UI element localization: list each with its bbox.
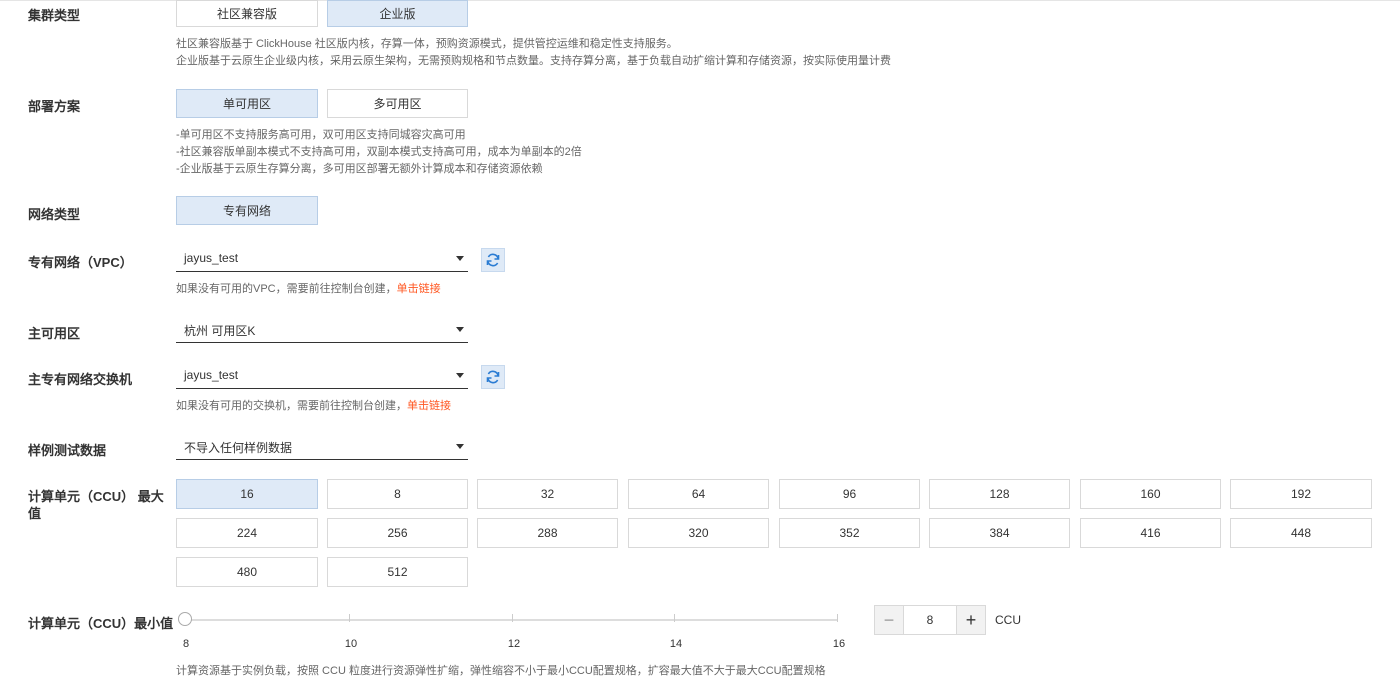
ccu-max-label: 计算单元（CCU） 最大 值 — [28, 488, 173, 522]
ccu-max-option[interactable]: 416 — [1080, 518, 1221, 548]
sample-data-select[interactable]: 不导入任何样例数据 — [176, 434, 468, 460]
ccu-max-option[interactable]: 16 — [176, 479, 318, 509]
ccu-max-option[interactable]: 64 — [628, 479, 769, 509]
ccu-max-label-line1: 计算单元（CCU） 最大 — [28, 489, 164, 504]
caret-down-icon — [456, 444, 464, 449]
slider-tick — [837, 614, 838, 622]
cluster-type-enterprise-option[interactable]: 企业版 — [327, 0, 468, 27]
ccu-min-increment-button[interactable]: + — [957, 606, 985, 634]
cluster-type-help-1: 社区兼容版基于 ClickHouse 社区版内核，存算一体，预购资源模式，提供管… — [176, 38, 678, 50]
ccu-min-label: 计算单元（CCU）最小值 — [28, 616, 174, 631]
vswitch-help-text: 如果没有可用的交换机，需要前往控制台创建， — [176, 400, 407, 412]
deployment-help-2: -社区兼容版单副本模式不支持高可用，双副本模式支持高可用，成本为单副本的2倍 — [176, 146, 582, 158]
refresh-icon — [486, 370, 500, 384]
caret-down-icon — [456, 373, 464, 378]
network-type-vpc-option[interactable]: 专有网络 — [176, 196, 318, 225]
ccu-min-stepper: − 8 + — [874, 605, 986, 635]
ccu-max-option[interactable]: 448 — [1230, 518, 1372, 548]
vpc-help: 如果没有可用的VPC，需要前往控制台创建，单击链接 — [176, 281, 441, 298]
vpc-label: 专有网络（VPC） — [28, 255, 133, 270]
ccu-unit-label: CCU — [995, 613, 1021, 627]
ccu-max-option[interactable]: 480 — [176, 557, 318, 587]
sample-data-label: 样例测试数据 — [28, 443, 107, 458]
vpc-help-text: 如果没有可用的VPC，需要前往控制台创建， — [176, 283, 397, 295]
slider-tick — [512, 614, 513, 622]
ccu-max-option[interactable]: 288 — [477, 518, 618, 548]
slider-tick — [349, 614, 350, 622]
ccu-max-option[interactable]: 320 — [628, 518, 769, 548]
ccu-max-option[interactable]: 128 — [929, 479, 1070, 509]
ccu-max-option[interactable]: 8 — [327, 479, 468, 509]
slider-tick-label: 10 — [344, 638, 358, 650]
ccu-max-option[interactable]: 384 — [929, 518, 1070, 548]
deployment-label: 部署方案 — [28, 99, 81, 114]
deployment-multi-zone-option[interactable]: 多可用区 — [327, 89, 468, 118]
caret-down-icon — [456, 327, 464, 332]
network-type-label: 网络类型 — [28, 207, 81, 222]
deployment-help-1: -单可用区不支持服务高可用，双可用区支持同城容灾高可用 — [176, 129, 466, 141]
sample-data-select-value: 不导入任何样例数据 — [184, 441, 293, 455]
vswitch-select-value: jayus_test — [184, 368, 239, 382]
ccu-max-option[interactable]: 192 — [1230, 479, 1372, 509]
ccu-max-option[interactable]: 96 — [779, 479, 920, 509]
ccu-max-option[interactable]: 352 — [779, 518, 920, 548]
slider-tick-label: 16 — [832, 638, 846, 650]
cluster-type-help-2: 企业版基于云原生企业级内核，采用云原生架构，无需预购规格和节点数量。支持存算分离… — [176, 55, 891, 67]
deployment-help-3: -企业版基于云原生存算分离，多可用区部署无额外计算成本和存储资源依赖 — [176, 163, 543, 175]
zone-select-value: 杭州 可用区K — [184, 324, 256, 338]
cluster-type-label: 集群类型 — [28, 8, 81, 23]
slider-tick-label: 12 — [507, 638, 521, 650]
vpc-select-value: jayus_test — [184, 251, 239, 265]
slider-tick — [674, 614, 675, 622]
slider-tick-label: 14 — [669, 638, 683, 650]
ccu-min-decrement-button[interactable]: − — [875, 606, 903, 634]
vswitch-label: 主专有网络交换机 — [28, 372, 133, 387]
vpc-refresh-button[interactable] — [481, 248, 505, 272]
refresh-icon — [486, 253, 500, 267]
vswitch-create-link[interactable]: 单击链接 — [407, 400, 451, 412]
ccu-max-option[interactable]: 160 — [1080, 479, 1221, 509]
ccu-min-help: 计算资源基于实例负载，按照 CCU 粒度进行资源弹性扩缩，弹性缩容不小于最小CC… — [176, 665, 826, 677]
slider-tick-label: 8 — [182, 638, 190, 650]
ccu-max-option[interactable]: 32 — [477, 479, 618, 509]
ccu-min-slider-handle[interactable] — [178, 612, 192, 626]
ccu-max-label-line2: 值 — [28, 506, 42, 521]
vswitch-select[interactable]: jayus_test — [176, 363, 468, 389]
ccu-max-option[interactable]: 256 — [327, 518, 468, 548]
zone-label: 主可用区 — [28, 326, 81, 341]
deployment-single-zone-option[interactable]: 单可用区 — [176, 89, 318, 118]
zone-select[interactable]: 杭州 可用区K — [176, 317, 468, 343]
ccu-max-option[interactable]: 512 — [327, 557, 468, 587]
vpc-select[interactable]: jayus_test — [176, 246, 468, 272]
vswitch-help: 如果没有可用的交换机，需要前往控制台创建，单击链接 — [176, 398, 451, 415]
caret-down-icon — [456, 256, 464, 261]
cluster-type-community-option[interactable]: 社区兼容版 — [176, 0, 318, 27]
vswitch-refresh-button[interactable] — [481, 365, 505, 389]
vpc-create-link[interactable]: 单击链接 — [397, 283, 441, 295]
ccu-min-value-input[interactable]: 8 — [903, 606, 957, 634]
ccu-max-option[interactable]: 224 — [176, 518, 318, 548]
